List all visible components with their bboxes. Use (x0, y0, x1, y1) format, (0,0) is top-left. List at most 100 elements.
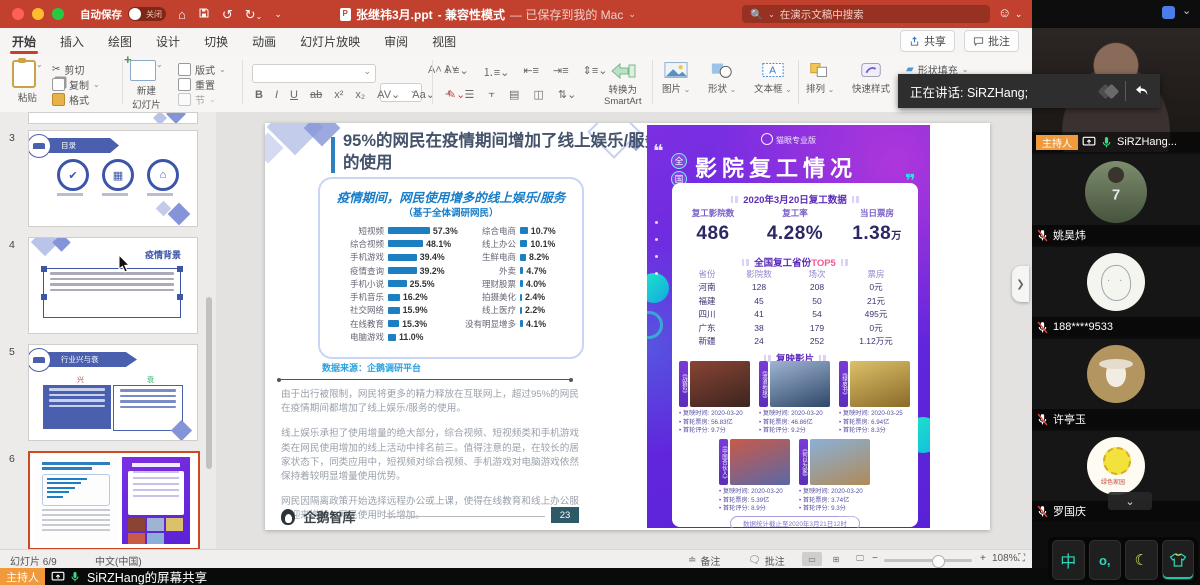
participant-tile-姚昊炜[interactable]: 姚昊炜 (1032, 154, 1200, 245)
increase-indent-button[interactable]: ⇥≡ (550, 64, 572, 80)
film-top: 《战狼2》 (679, 361, 751, 407)
undo-icon[interactable]: ↺ (222, 8, 233, 21)
columns-button[interactable]: ◫ (530, 88, 546, 101)
redo-icon[interactable]: ↻⌄ (245, 8, 263, 21)
slide-thumbnail-6[interactable] (28, 451, 200, 549)
slide-sorter-view-button[interactable]: ⊞ (826, 552, 846, 566)
tab-插入[interactable]: 插入 (48, 28, 96, 54)
tab-动画[interactable]: 动画 (240, 28, 288, 54)
align-center-button[interactable]: ☰ (462, 88, 478, 101)
layout-button[interactable]: 版式⌄ (178, 62, 226, 77)
align-left-button[interactable]: ⫞ (442, 88, 454, 101)
title-chevron-icon[interactable]: ⌄ (628, 9, 636, 20)
chart-row: 线上办公10.1% (460, 237, 578, 250)
tab-绘图[interactable]: 绘图 (96, 28, 144, 54)
film-card: 《流浪地球》复映时间: 2020-03-20首轮票房: 46.86亿首轮评分: … (759, 361, 831, 436)
copy-button[interactable]: 复制⌄ (52, 77, 100, 92)
film-label: 《绿皮书》 (839, 361, 848, 407)
thumbnail-scrollbar[interactable] (206, 297, 212, 469)
zoom-in-button[interactable]: + (980, 553, 986, 564)
comments-button[interactable]: 批注 (964, 30, 1019, 52)
mini-poster-title (132, 463, 180, 467)
character-spacing-button[interactable]: AV⌄ (374, 88, 403, 101)
cut-button[interactable]: ✂剪切 (52, 62, 100, 77)
smartart-button[interactable]: 转换为SmartArt (604, 62, 641, 107)
tab-设计[interactable]: 设计 (144, 28, 192, 54)
chart-label: 综合电商 (460, 225, 516, 237)
slide-thumbnail-5[interactable]: 行业兴与衰兴衰 (28, 344, 198, 441)
italic-button[interactable]: I (272, 89, 281, 101)
clipboard-icon (12, 60, 36, 88)
tab-审阅[interactable]: 审阅 (372, 28, 420, 54)
superscript-button[interactable]: x² (331, 89, 346, 101)
align-text-button[interactable]: ⇅⌄ (555, 88, 579, 101)
zoom-level[interactable]: 108% (992, 553, 1018, 564)
new-slide-button[interactable]: ⌄ 新建幻灯片 (130, 60, 163, 111)
slide-thumbnail-partial[interactable] (28, 112, 198, 124)
ime-key-中[interactable]: 中 (1052, 540, 1085, 580)
slide-thumbnail-4[interactable]: 疫情背景 (28, 237, 198, 334)
underline-button[interactable]: U (287, 89, 301, 101)
tab-视图[interactable]: 视图 (420, 28, 468, 54)
customize-toolbar-icon[interactable]: ⌄ (274, 10, 282, 19)
chart-value: 2.4% (525, 292, 545, 302)
tab-开始[interactable]: 开始 (0, 28, 48, 54)
shapes-button[interactable]: 形状 ⌄ (708, 61, 736, 95)
align-right-button[interactable]: ⫟ (485, 88, 498, 101)
paste-button[interactable]: ⌄ 粘贴 (12, 60, 43, 104)
share-button[interactable]: 共享 (900, 30, 955, 52)
font-family-select[interactable] (252, 64, 376, 83)
strikethrough-button[interactable]: ab (307, 89, 325, 101)
participant-tile-188****9533[interactable]: 188****9533 (1032, 247, 1200, 337)
decrease-indent-button[interactable]: ⇤≡ (520, 64, 542, 80)
statusbar-comments-button[interactable]: 🗨批注 (748, 553, 785, 568)
fit-slide-button[interactable]: ⛶ (1018, 553, 1025, 564)
minimize-window-button[interactable] (32, 8, 44, 20)
search-input[interactable]: 🔍⌄ 在演示文稿中搜索 (742, 5, 990, 23)
change-case-button[interactable]: Aa⌄ (409, 88, 438, 101)
ime-key-☾[interactable]: ☾ (1125, 540, 1158, 580)
notes-button[interactable]: ≐备注 (688, 553, 720, 568)
ime-shirt-key[interactable] (1162, 540, 1195, 580)
ime-key-o,[interactable]: o, (1089, 540, 1122, 580)
section-button[interactable]: 节⌄ (178, 92, 226, 107)
quick-styles-button[interactable]: 快速样式 (852, 61, 890, 95)
meeting-view-icon[interactable] (1162, 6, 1175, 19)
home-icon[interactable]: ⌂ (178, 8, 186, 21)
bullets-button[interactable]: ⠇≡⌄ (442, 64, 472, 80)
arrange-button[interactable]: 排列 ⌄ (806, 61, 834, 95)
zoom-out-button[interactable]: − (872, 553, 878, 564)
slide-canvas[interactable]: 95%的网民在疫情期间增加了线上娱乐/服务的使用 疫情期间，网民使用增多的线上娱… (265, 123, 990, 530)
save-icon[interactable] (198, 7, 210, 21)
reset-button[interactable]: 重置 (178, 77, 226, 92)
slide-thumbnail-3[interactable]: 目录✔▦⌂ (28, 130, 198, 227)
sidebar-chevron-icon[interactable]: ⌄ (1182, 4, 1191, 17)
subscript-button[interactable]: x₂ (352, 89, 368, 101)
normal-view-button[interactable]: ▭ (802, 552, 822, 566)
bold-button[interactable]: B (252, 89, 266, 101)
zoom-window-button[interactable] (52, 8, 64, 20)
close-window-button[interactable] (12, 8, 24, 20)
justify-button[interactable]: ▤ (506, 88, 522, 101)
format-painter-button[interactable]: 格式 (52, 92, 100, 107)
table-header-cell: 场次 (788, 268, 846, 280)
reply-arrow-icon[interactable] (1134, 84, 1150, 98)
tab-切换[interactable]: 切换 (192, 28, 240, 54)
table-cell: 45 (730, 296, 788, 306)
autosave-toggle[interactable]: 关闭 (128, 7, 166, 21)
numbering-button[interactable]: ⒈≡⌄ (480, 64, 513, 80)
feedback-smiley-icon[interactable]: ☺ ⌄ (998, 5, 1022, 20)
picture-button[interactable]: 图片 ⌄ (662, 61, 690, 95)
slideshow-view-button[interactable]: 🖵 (850, 552, 870, 566)
zoom-slider-knob[interactable] (932, 555, 945, 568)
participant-tile-许亭玉[interactable]: 许亭玉 (1032, 339, 1200, 429)
sidebar-collapse-handle[interactable]: ❯ (1012, 266, 1029, 302)
chart-row: 手机游戏39.4% (328, 251, 468, 264)
zoom-slider[interactable] (884, 559, 972, 562)
thumb-banner: 行业兴与衰 (45, 352, 137, 367)
language-status[interactable]: 中文(中国) (95, 553, 142, 568)
tab-幻灯片放映[interactable]: 幻灯片放映 (288, 28, 372, 54)
film-card: 《中国合伙人》复映时间: 2020-03-20首轮票房: 5.39亿首轮评分: … (719, 439, 791, 514)
textbox-button[interactable]: A 文本框 ⌄ (754, 61, 792, 95)
participants-collapse-chevron[interactable]: ⌄ (1108, 492, 1152, 510)
